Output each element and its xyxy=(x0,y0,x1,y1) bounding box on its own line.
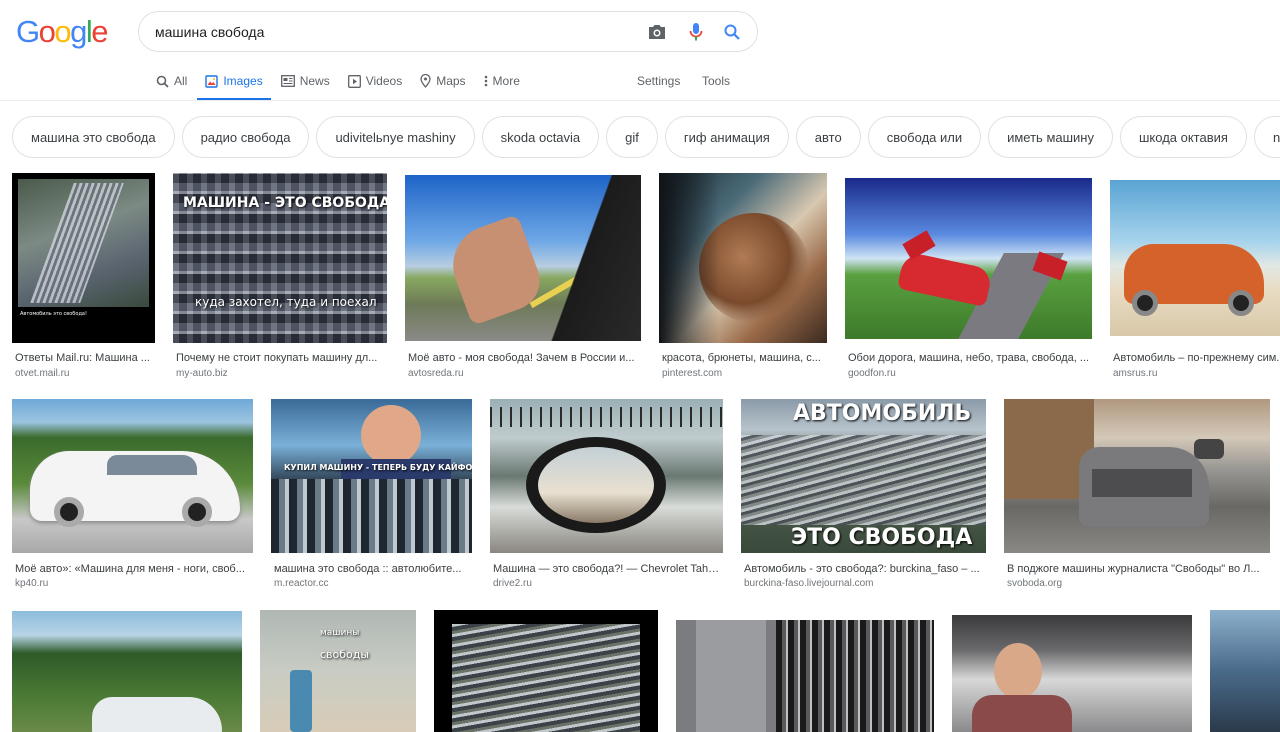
result-source[interactable]: m.reactor.cc xyxy=(274,578,470,589)
result-caption[interactable]: Автомобиль – по-прежнему сим... xyxy=(1113,352,1280,364)
search-box xyxy=(138,11,758,52)
result-image[interactable]: МАШИНА - ЭТО СВОБОДА! куда захотел, туда… xyxy=(173,173,387,343)
result-caption[interactable]: Почему не стоит покупать машину дл... xyxy=(176,352,382,364)
search-input[interactable] xyxy=(155,21,625,43)
image-caption-text: свободы xyxy=(320,648,370,661)
chip[interactable]: свобода или xyxy=(867,116,982,158)
result-image[interactable]: Автомобиль это свобода! xyxy=(12,173,155,343)
result-image[interactable]: КУПИЛ МАШИНУ - ТЕПЕРЬ БУДУ КАЙФОВАТЬ xyxy=(271,399,472,553)
result-caption[interactable]: В поджоге машины журналиста "Свободы" во… xyxy=(1007,563,1269,575)
header-divider xyxy=(0,100,1280,101)
result-image[interactable] xyxy=(12,399,253,553)
logo-letter: e xyxy=(91,14,108,49)
map-pin-icon xyxy=(420,74,431,88)
logo-letter: o xyxy=(54,14,71,49)
chip[interactable]: udivitelьnye mashiny xyxy=(316,116,475,158)
chip[interactable]: шкода октавия xyxy=(1119,116,1247,158)
chip[interactable]: гиф анимация xyxy=(664,116,789,158)
chip[interactable]: машина это свобода xyxy=(12,116,175,158)
logo-letter: o xyxy=(38,14,56,49)
result-image[interactable] xyxy=(659,173,827,343)
result-source[interactable]: goodfon.ru xyxy=(848,368,1048,379)
result-source[interactable]: kp40.ru xyxy=(15,578,215,589)
result-source[interactable]: amsrus.ru xyxy=(1113,368,1273,379)
related-searches-chips: машина это свобода радио свобода udivite… xyxy=(12,116,1280,158)
tools-link[interactable]: Tools xyxy=(702,74,730,88)
chip[interactable]: novo xyxy=(1253,116,1280,158)
tab-label: Videos xyxy=(365,74,403,88)
result-source[interactable]: drive2.ru xyxy=(493,578,693,589)
image-caption-text: куда захотел, туда и поехал xyxy=(195,295,377,309)
more-icon xyxy=(484,75,487,87)
image-caption-text: МАШИНА - ЭТО СВОБОДА! xyxy=(183,195,387,211)
result-image[interactable] xyxy=(490,399,723,553)
video-icon xyxy=(347,74,361,88)
chip[interactable]: gif xyxy=(606,116,658,158)
result-caption[interactable]: машина это свобода :: автолюбите... xyxy=(274,563,470,575)
result-caption[interactable]: Моё авто - моя свобода! Зачем в России и… xyxy=(408,352,640,364)
result-image[interactable]: машины свободы xyxy=(260,610,416,732)
result-caption[interactable]: красота, брюнеты, машина, с... xyxy=(662,352,826,364)
search-icon xyxy=(156,75,169,88)
tab-all[interactable]: All xyxy=(156,70,187,92)
result-source[interactable]: my-auto.biz xyxy=(176,368,376,379)
tab-label: Maps xyxy=(436,74,466,88)
result-image[interactable]: АВТОМОБИЛЬ ЭТО СВОБОДА xyxy=(741,399,986,553)
tab-images[interactable]: Images xyxy=(197,70,272,101)
logo-letter: g xyxy=(70,14,87,49)
result-image[interactable] xyxy=(405,175,641,341)
image-caption-text: машины xyxy=(320,628,360,638)
tab-label: News xyxy=(299,74,330,88)
logo-letter: G xyxy=(16,14,40,49)
result-source[interactable]: otvet.mail.ru xyxy=(15,368,155,379)
chip[interactable]: авто xyxy=(795,116,861,158)
image-caption-text: ЭТО СВОБОДА xyxy=(791,525,973,550)
chip[interactable]: skoda octavia xyxy=(481,116,600,158)
result-image[interactable] xyxy=(12,611,242,732)
tab-news[interactable]: News xyxy=(280,70,330,92)
google-logo[interactable]: Google xyxy=(16,14,108,50)
result-caption[interactable]: Обои дорога, машина, небо, трава, свобод… xyxy=(848,352,1092,364)
result-image[interactable] xyxy=(676,620,934,732)
result-caption[interactable]: Ответы Mail.ru: Машина ... xyxy=(15,352,155,364)
tab-maps[interactable]: Maps xyxy=(420,70,466,92)
tab-label: Images xyxy=(223,74,263,88)
result-source[interactable]: svoboda.org xyxy=(1007,578,1207,589)
settings-link[interactable]: Settings xyxy=(637,74,680,88)
result-image[interactable] xyxy=(845,178,1092,339)
image-icon xyxy=(205,74,219,88)
chip[interactable]: иметь машину xyxy=(988,116,1113,158)
result-source[interactable]: pinterest.com xyxy=(662,368,822,379)
image-footnote: Автомобиль это свобода! xyxy=(20,311,87,317)
result-source[interactable]: avtosreda.ru xyxy=(408,368,608,379)
camera-icon[interactable] xyxy=(646,21,668,43)
result-caption[interactable]: Машина — это свобода?! — Chevrolet Taho.… xyxy=(493,563,721,575)
image-caption-text: АВТОМОБИЛЬ xyxy=(793,401,972,426)
search-tabs: All Images News Videos Maps More xyxy=(156,70,538,101)
result-image[interactable] xyxy=(1210,610,1280,732)
search-icon[interactable] xyxy=(721,21,743,43)
result-caption[interactable]: Моё авто»: «Машина для меня - ноги, своб… xyxy=(15,563,251,575)
image-caption-text: КУПИЛ МАШИНУ - ТЕПЕРЬ БУДУ КАЙФОВАТЬ xyxy=(284,463,472,472)
news-icon xyxy=(280,75,295,87)
result-image[interactable] xyxy=(952,615,1192,732)
result-image[interactable] xyxy=(1110,180,1280,336)
tab-videos[interactable]: Videos xyxy=(347,70,403,92)
chip[interactable]: радио свобода xyxy=(181,116,310,158)
tab-label: More xyxy=(492,74,520,88)
result-image[interactable] xyxy=(1004,399,1270,553)
microphone-icon[interactable] xyxy=(685,21,707,43)
tab-more[interactable]: More xyxy=(484,70,520,92)
result-source[interactable]: burckina-faso.livejournal.com xyxy=(744,578,944,589)
tab-label: All xyxy=(174,74,188,88)
result-caption[interactable]: Автомобиль - это свобода?: burckina_faso… xyxy=(744,563,984,575)
result-image[interactable] xyxy=(434,610,658,732)
